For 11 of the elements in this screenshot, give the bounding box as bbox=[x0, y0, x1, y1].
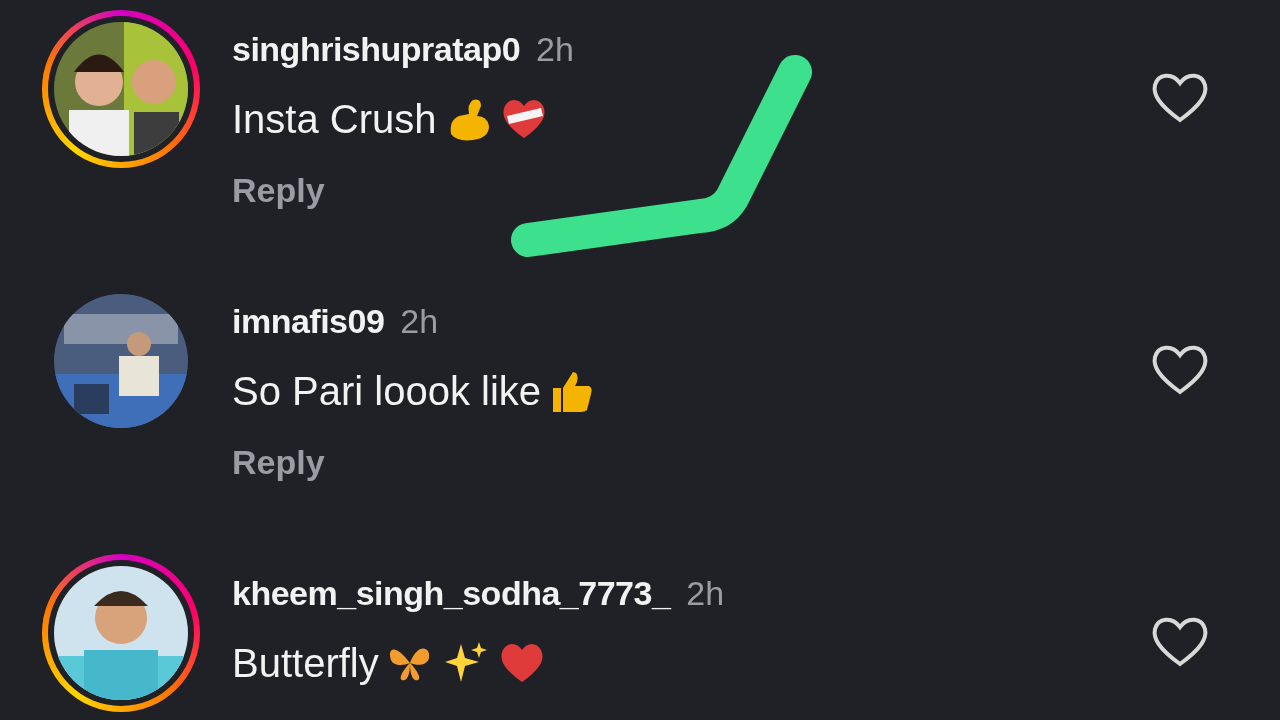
username[interactable]: singhrishupratap0 bbox=[232, 30, 521, 68]
timestamp: 2h bbox=[536, 30, 574, 68]
reply-link[interactable]: Reply bbox=[232, 165, 325, 216]
reply-link[interactable]: Reply bbox=[232, 437, 325, 488]
username[interactable]: kheem_singh_sodha_7773_ bbox=[232, 574, 671, 612]
timestamp: 2h bbox=[400, 302, 439, 340]
timestamp: 2h bbox=[686, 574, 725, 612]
username[interactable]: imnafis09 bbox=[232, 302, 385, 340]
comment-text: Butterfly bbox=[232, 640, 379, 687]
comment-text: Insta Crush bbox=[232, 96, 437, 143]
comment-text: So Pari loook like bbox=[232, 368, 542, 415]
